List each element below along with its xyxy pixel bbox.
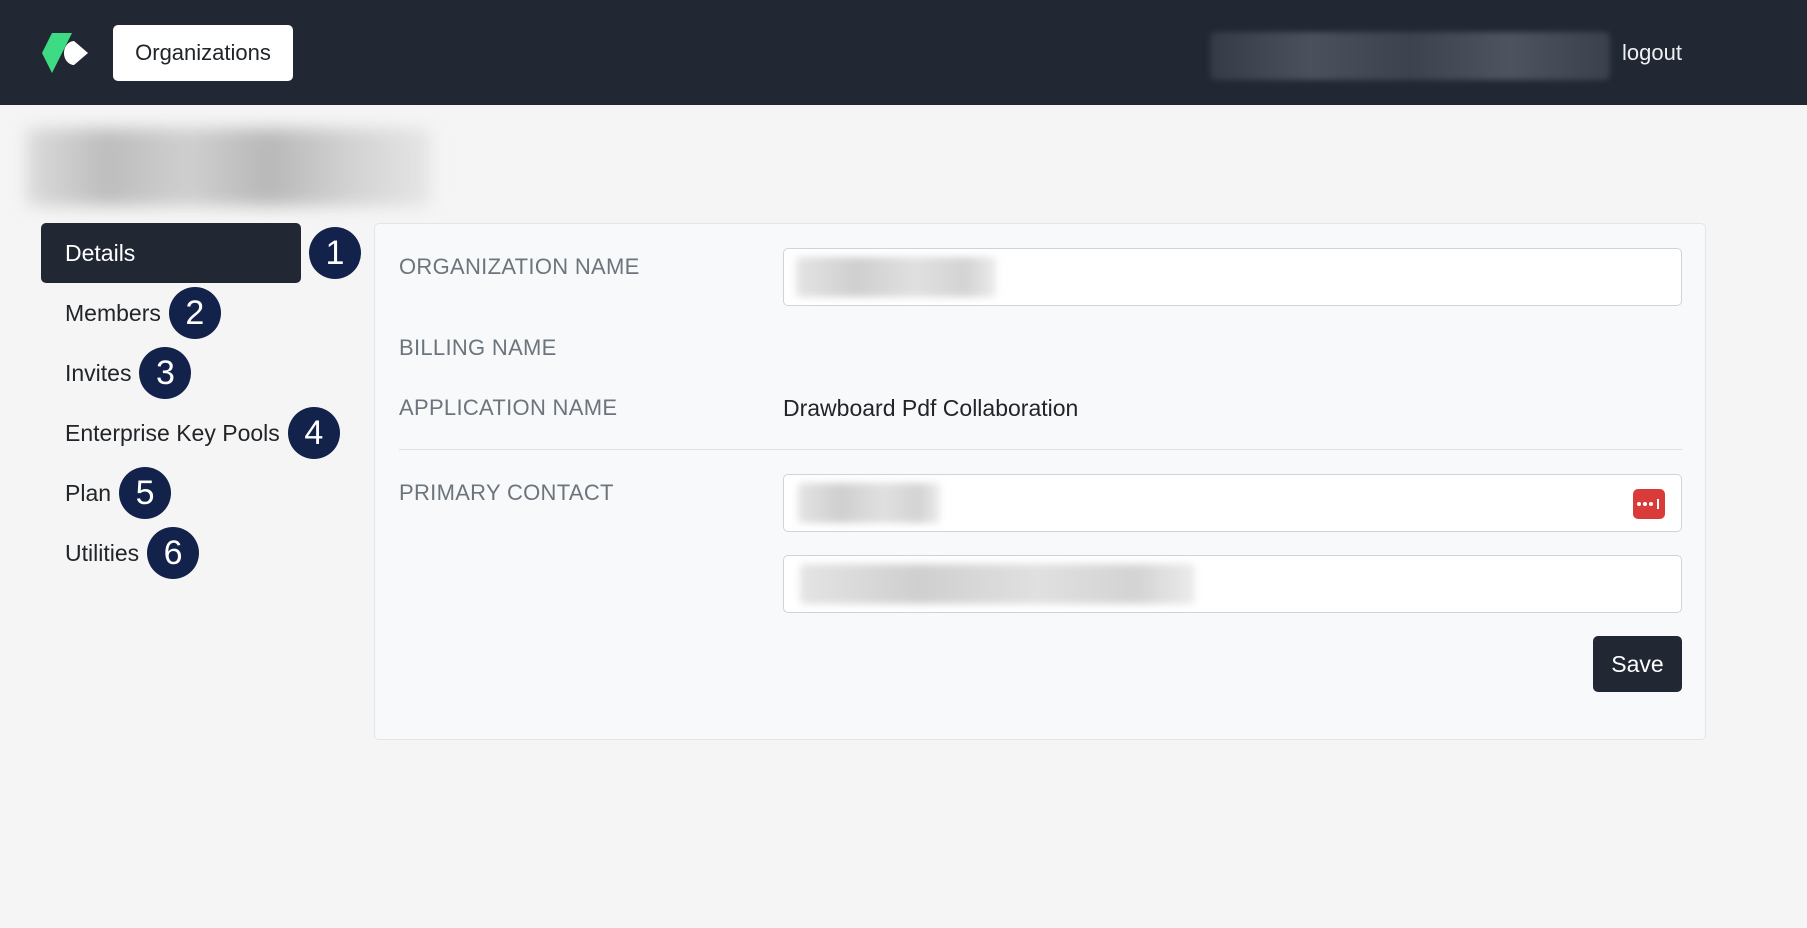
application-name-label: APPLICATION NAME	[399, 395, 618, 420]
organization-name-input[interactable]	[783, 248, 1682, 306]
sidebar-item-label: Details	[41, 223, 301, 283]
application-name-value: Drawboard Pdf Collaboration	[783, 395, 1079, 421]
section-divider	[399, 449, 1682, 450]
sidebar-item-label: Plan	[65, 480, 112, 506]
primary-contact-email-input[interactable]	[783, 555, 1682, 613]
top-navbar: Organizations logout	[0, 0, 1807, 105]
step-badge-5: 5	[119, 467, 172, 519]
step-badge-1: 1	[309, 227, 361, 279]
sidebar-item-plan[interactable]: Plan 5	[41, 463, 371, 523]
sidebar-item-label: Enterprise Key Pools	[65, 420, 280, 446]
sidebar-item-members[interactable]: Members 2	[41, 283, 371, 343]
step-badge-3: 3	[139, 347, 192, 399]
password-manager-icon[interactable]	[1633, 489, 1665, 519]
user-email-redacted	[1210, 32, 1610, 80]
step-badge-6: 6	[147, 527, 200, 579]
organizations-button[interactable]: Organizations	[113, 25, 293, 81]
step-badge-4: 4	[287, 407, 340, 459]
drawboard-logo-icon[interactable]	[40, 30, 90, 76]
sidebar-item-label: Utilities	[65, 540, 140, 566]
sidebar-item-enterprise-key-pools[interactable]: Enterprise Key Pools 4	[41, 403, 371, 463]
sidebar-item-invites[interactable]: Invites 3	[41, 343, 371, 403]
sidebar-nav: Details 1 Members 2 Invites 3 Enterprise…	[41, 223, 371, 583]
page-title-redacted	[26, 128, 431, 206]
sidebar-item-utilities[interactable]: Utilities 6	[41, 523, 371, 583]
sidebar-item-label: Members	[65, 300, 161, 326]
organization-name-value-redacted	[796, 257, 996, 297]
billing-name-label: BILLING NAME	[399, 335, 557, 360]
sidebar-item-details[interactable]: Details 1	[41, 223, 371, 283]
organization-details-card: ORGANIZATION NAME BILLING NAME APPLICATI…	[374, 223, 1706, 740]
primary-contact-name-value-redacted	[798, 483, 940, 523]
password-dots-icon	[1637, 499, 1659, 509]
organization-name-label: ORGANIZATION NAME	[399, 254, 640, 279]
step-badge-2: 2	[168, 287, 221, 339]
save-button[interactable]: Save	[1593, 636, 1682, 692]
sidebar-item-label: Invites	[65, 360, 132, 386]
logout-link[interactable]: logout	[1622, 40, 1682, 66]
primary-contact-label: PRIMARY CONTACT	[399, 480, 614, 505]
primary-contact-name-input[interactable]	[783, 474, 1682, 532]
primary-contact-email-value-redacted	[800, 564, 1195, 604]
